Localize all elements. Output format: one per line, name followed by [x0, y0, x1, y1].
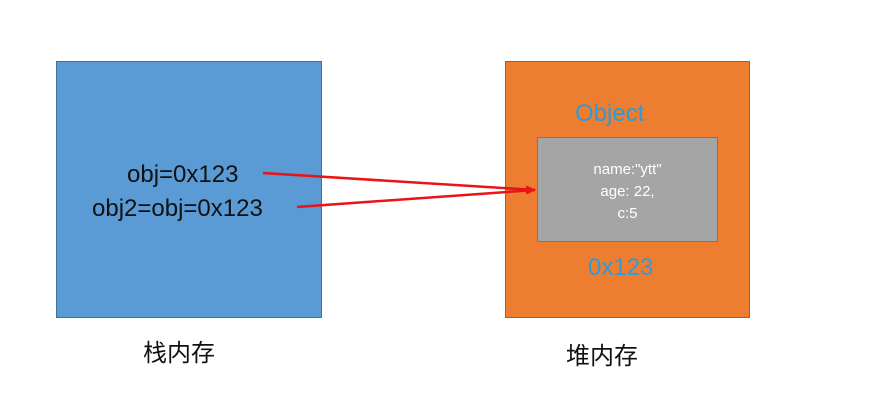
arrow-obj-to-object — [262, 171, 536, 194]
arrow-obj2-to-object — [296, 186, 536, 209]
reference-arrows — [262, 171, 536, 209]
